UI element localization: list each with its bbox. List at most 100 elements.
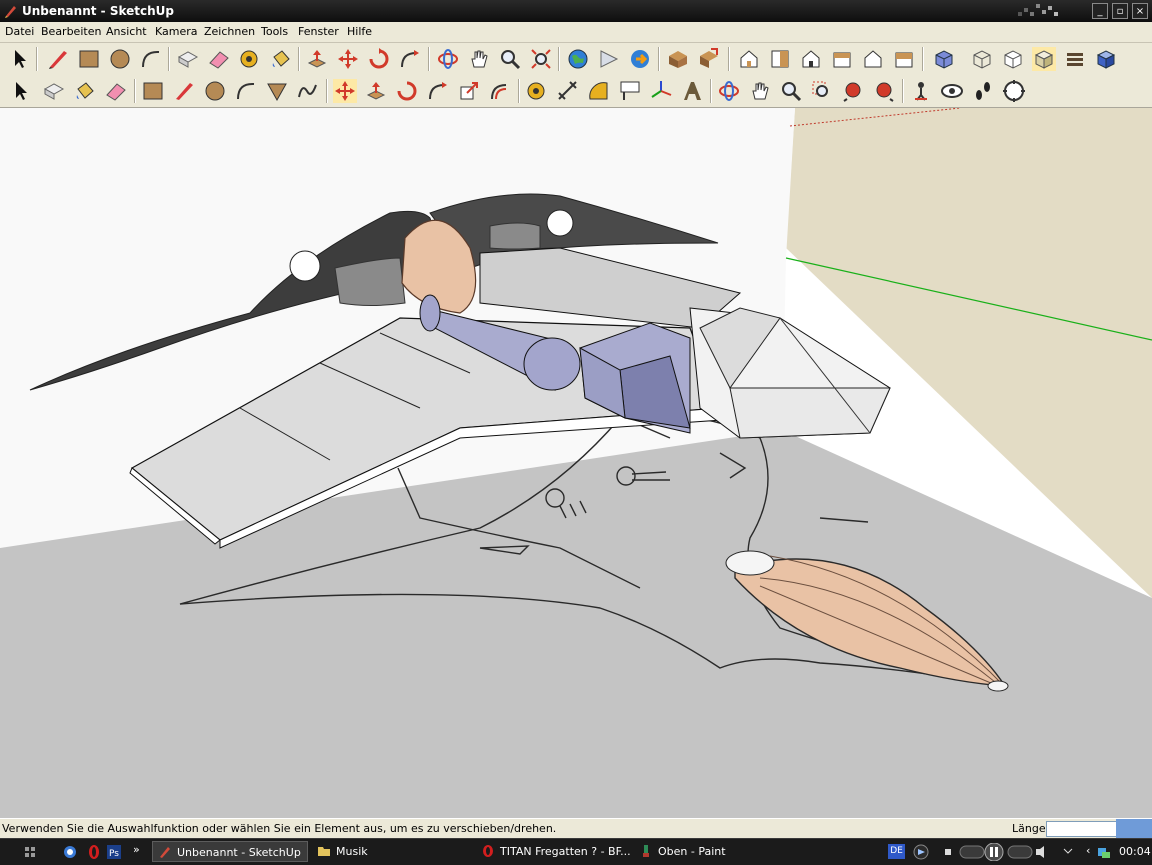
axes-icon[interactable] (649, 79, 673, 103)
rotate-icon[interactable] (367, 47, 391, 71)
start-icon[interactable] (22, 844, 38, 860)
close-button[interactable]: × (1132, 3, 1148, 19)
task-sketchup[interactable]: Unbenannt - SketchUp (152, 841, 308, 862)
text-icon[interactable] (618, 79, 642, 103)
menu-datei[interactable]: Datei (5, 25, 34, 38)
look-around-icon[interactable] (940, 79, 964, 103)
paint-bucket-icon[interactable] (269, 47, 293, 71)
menu-kamera[interactable]: Kamera (155, 25, 198, 38)
drawing-area[interactable] (0, 108, 1152, 818)
menu-hilfe[interactable]: Hilfe (347, 25, 372, 38)
make-component-icon-2[interactable] (42, 79, 66, 103)
paint-icon (643, 845, 649, 857)
protractor-icon[interactable] (587, 79, 611, 103)
task-opera[interactable]: TITAN Fregatten ? - BF... (476, 841, 632, 862)
minimize-button[interactable]: _ (1092, 3, 1108, 19)
opera-quick-icon[interactable] (86, 844, 102, 860)
next-view-icon[interactable] (872, 79, 896, 103)
component-icon[interactable] (666, 47, 690, 71)
photoshop-icon[interactable]: Ps (106, 844, 122, 860)
pan-icon[interactable] (467, 47, 491, 71)
paint-bucket-icon-2[interactable] (73, 79, 97, 103)
measurements-input[interactable] (1046, 821, 1120, 837)
section-plane-icon[interactable] (1002, 79, 1026, 103)
quicklaunch-more-icon[interactable]: » (133, 843, 140, 856)
circle-icon[interactable] (108, 47, 132, 71)
menu-bearbeiten[interactable]: Bearbeiten (41, 25, 101, 38)
follow-me-icon[interactable] (398, 47, 422, 71)
network-icon[interactable] (1096, 844, 1112, 860)
follow-me-icon-2[interactable] (426, 79, 450, 103)
iso-view-icon[interactable] (737, 47, 761, 71)
freehand-icon[interactable] (296, 79, 320, 103)
menu-tools[interactable]: Tools (261, 25, 288, 38)
taskbar: Ps » Unbenannt - SketchUp Musik TITAN Fr… (0, 838, 1152, 865)
xray-icon[interactable] (932, 47, 956, 71)
wireframe-icon[interactable] (970, 47, 994, 71)
hidden-line-icon[interactable] (1001, 47, 1025, 71)
tray-expand-icon[interactable]: ‹ (1086, 844, 1090, 857)
dimension-icon[interactable] (556, 79, 580, 103)
tape-measure-icon[interactable] (238, 47, 262, 71)
right-view-icon[interactable] (830, 47, 854, 71)
3d-text-icon[interactable] (680, 79, 704, 103)
pan-icon-2[interactable] (748, 79, 772, 103)
polygon-icon[interactable] (265, 79, 289, 103)
zoom-extents-icon[interactable] (529, 47, 553, 71)
zoom-window-icon[interactable] (810, 79, 834, 103)
get-models-icon[interactable] (597, 47, 621, 71)
earth-icon[interactable] (566, 47, 590, 71)
language-indicator[interactable]: DE (888, 844, 905, 859)
secondary-toolbar (0, 75, 1152, 108)
left-view-icon[interactable] (892, 47, 916, 71)
orbit-icon-2[interactable] (717, 79, 741, 103)
push-pull-icon-2[interactable] (364, 79, 388, 103)
position-camera-icon[interactable] (909, 79, 933, 103)
maximize-button[interactable]: ▫ (1112, 3, 1128, 19)
move-icon[interactable] (336, 47, 360, 71)
shaded-textures-icon[interactable] (1063, 47, 1087, 71)
back-view-icon[interactable] (861, 47, 885, 71)
move-icon-2[interactable] (333, 79, 357, 103)
rotate-icon-2[interactable] (395, 79, 419, 103)
opera-icon (483, 845, 493, 857)
vcb-label: Länge (1012, 822, 1046, 835)
zoom-icon-2[interactable] (779, 79, 803, 103)
tape-measure-icon-2[interactable] (525, 79, 549, 103)
rectangle-icon-2[interactable] (141, 79, 165, 103)
select-icon-2[interactable] (9, 79, 33, 103)
circle-icon-2[interactable] (203, 79, 227, 103)
arc-icon[interactable] (139, 47, 163, 71)
offset-icon[interactable] (488, 79, 512, 103)
previous-view-icon[interactable] (841, 79, 865, 103)
menu-zeichnen[interactable]: Zeichnen (204, 25, 255, 38)
eraser-icon[interactable] (207, 47, 231, 71)
orbit-icon[interactable] (436, 47, 460, 71)
front-view-icon[interactable] (799, 47, 823, 71)
select-icon[interactable] (8, 47, 32, 71)
push-pull-icon[interactable] (305, 47, 329, 71)
ie-icon[interactable] (62, 844, 78, 860)
top-view-icon[interactable] (768, 47, 792, 71)
line-icon[interactable] (46, 47, 70, 71)
media-player-controls[interactable] (912, 843, 1082, 861)
scene-canvas[interactable] (0, 108, 1152, 818)
svg-text:Ps: Ps (109, 849, 119, 859)
menu-fenster[interactable]: Fenster (298, 25, 339, 38)
monochrome-icon[interactable] (1094, 47, 1118, 71)
menu-ansicht[interactable]: Ansicht (106, 25, 147, 38)
scale-icon[interactable] (457, 79, 481, 103)
share-model-icon[interactable] (628, 47, 652, 71)
task-paint[interactable]: Oben - Paint (634, 841, 790, 862)
line-icon-2[interactable] (172, 79, 196, 103)
arc-icon-2[interactable] (234, 79, 258, 103)
titlebar-pattern (1018, 4, 1058, 16)
rectangle-icon[interactable] (77, 47, 101, 71)
walk-icon[interactable] (971, 79, 995, 103)
add-component-icon[interactable] (697, 47, 721, 71)
shaded-icon[interactable] (1032, 47, 1056, 71)
make-component-icon[interactable] (176, 47, 200, 71)
zoom-icon[interactable] (498, 47, 522, 71)
eraser-icon-2[interactable] (104, 79, 128, 103)
task-musik[interactable]: Musik (312, 841, 468, 862)
